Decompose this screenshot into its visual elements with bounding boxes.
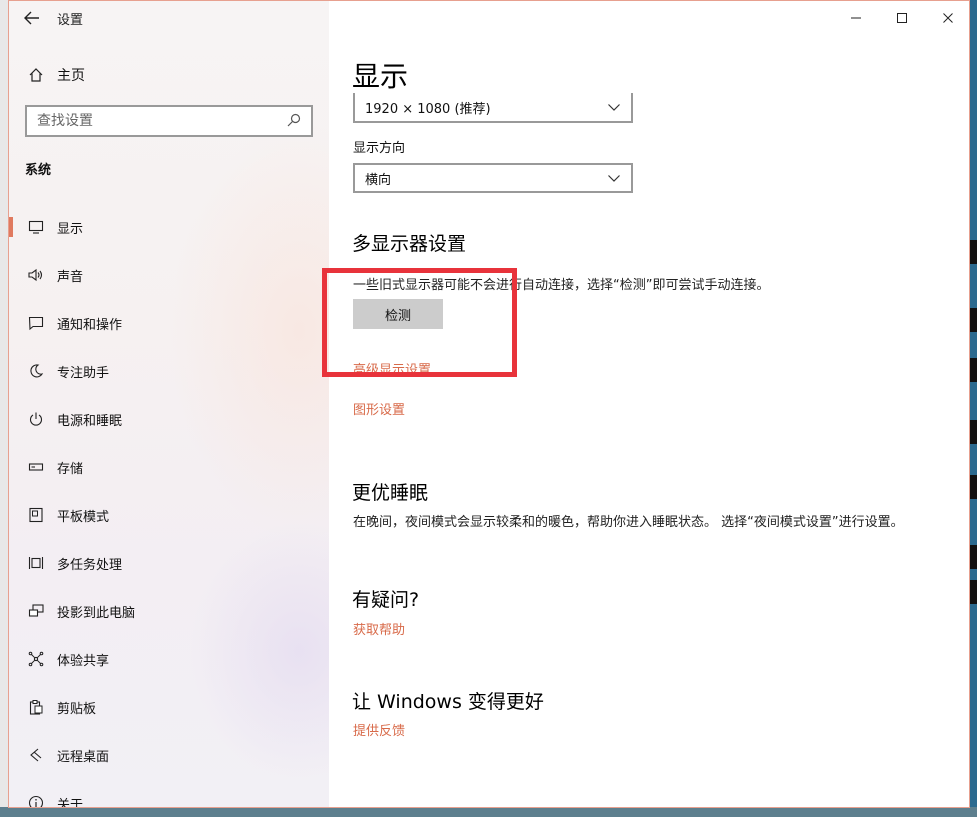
resolution-dropdown[interactable]: 1920 × 1080 (推荐)	[353, 93, 633, 123]
sidebar-nav: 显示 声音 通知和操作 专注助手 电源和睡眠 存储 平板模式 多任务处理 投影到…	[9, 203, 329, 808]
sleep-heading: 更优睡眠	[352, 482, 429, 504]
give-feedback-link[interactable]: 提供反馈	[353, 720, 405, 739]
close-button[interactable]	[925, 1, 969, 35]
power-icon	[27, 410, 45, 428]
search-box[interactable]	[25, 105, 313, 137]
sidebar-item-sound[interactable]: 声音	[9, 251, 329, 299]
back-arrow-icon	[24, 11, 39, 25]
sidebar-item-label: 关于	[57, 797, 84, 808]
sidebar: 设置 主页 系统 显示 声音 通知	[9, 1, 429, 808]
sidebar-item-label: 通知和操作	[57, 317, 123, 333]
orientation-value: 横向	[365, 172, 392, 188]
orientation-dropdown[interactable]: 横向	[353, 163, 633, 193]
notification-icon	[27, 314, 45, 332]
share-icon	[27, 650, 45, 668]
sidebar-item-label: 多任务处理	[57, 557, 123, 573]
storage-icon	[27, 458, 45, 476]
get-help-link[interactable]: 获取帮助	[353, 619, 405, 638]
sidebar-item-power[interactable]: 电源和睡眠	[9, 395, 329, 443]
title-bar: 设置	[9, 1, 329, 35]
minimize-button[interactable]	[833, 1, 879, 35]
sidebar-item-label: 平板模式	[57, 509, 110, 525]
sidebar-item-shared-experiences[interactable]: 体验共享	[9, 635, 329, 683]
sidebar-item-remote-desktop[interactable]: 远程桌面	[9, 731, 329, 779]
search-input[interactable]	[37, 113, 267, 129]
search-icon[interactable]	[287, 113, 303, 129]
project-icon	[27, 602, 45, 620]
sidebar-item-storage[interactable]: 存储	[9, 443, 329, 491]
sidebar-item-notifications[interactable]: 通知和操作	[9, 299, 329, 347]
sidebar-item-display[interactable]: 显示	[9, 203, 329, 251]
sidebar-item-home[interactable]: 主页	[9, 59, 329, 91]
sidebar-item-multitasking[interactable]: 多任务处理	[9, 539, 329, 587]
sidebar-item-clipboard[interactable]: 剪贴板	[9, 683, 329, 731]
sidebar-item-project-to-pc[interactable]: 投影到此电脑	[9, 587, 329, 635]
multitask-icon	[27, 554, 45, 572]
minimize-icon	[851, 17, 861, 19]
maximize-icon	[897, 13, 907, 23]
maximize-button[interactable]	[879, 1, 925, 35]
chevron-down-icon	[608, 104, 620, 111]
sidebar-item-about[interactable]: 关于	[9, 779, 329, 808]
content-pane: 显示 1920 × 1080 (推荐) 显示方向 横向 多显示器设置 一些旧式显…	[329, 1, 969, 807]
chevron-down-icon	[608, 175, 620, 182]
sidebar-item-label: 剪贴板	[57, 701, 97, 717]
section-label: 系统	[25, 163, 52, 178]
tablet-icon	[27, 506, 45, 524]
back-button[interactable]	[9, 1, 55, 35]
moon-icon	[27, 362, 45, 380]
sidebar-item-label: 专注助手	[57, 365, 110, 381]
questions-heading: 有疑问?	[352, 589, 420, 611]
taskbar-strip	[0, 807, 977, 817]
sleep-description: 在晚间，夜间模式会显示较柔和的暖色，帮助你进入睡眠状态。 选择“夜间模式设置”进…	[353, 515, 904, 530]
feedback-heading: 让 Windows 变得更好	[352, 691, 544, 713]
multi-display-heading: 多显示器设置	[352, 233, 467, 255]
sidebar-item-label: 显示	[57, 221, 84, 237]
window-controls	[833, 1, 969, 35]
sidebar-item-label: 主页	[57, 68, 85, 84]
home-icon	[27, 66, 45, 84]
sidebar-item-focus-assist[interactable]: 专注助手	[9, 347, 329, 395]
remote-desktop-icon	[27, 746, 45, 764]
highlight-annotation-box	[322, 268, 517, 377]
monitor-icon	[27, 218, 45, 236]
close-icon	[943, 13, 953, 23]
clipboard-icon	[27, 698, 45, 716]
app-title: 设置	[57, 12, 84, 28]
sidebar-item-label: 电源和睡眠	[57, 413, 123, 429]
settings-window: 设置 主页 系统 显示 声音 通知	[8, 0, 970, 808]
resolution-value: 1920 × 1080 (推荐)	[365, 101, 491, 117]
sidebar-item-label: 远程桌面	[57, 749, 110, 765]
sidebar-item-label: 存储	[57, 461, 84, 477]
page-title: 显示	[352, 60, 409, 93]
sidebar-item-tablet-mode[interactable]: 平板模式	[9, 491, 329, 539]
sidebar-item-label: 声音	[57, 269, 84, 285]
sidebar-item-label: 投影到此电脑	[57, 605, 136, 621]
sidebar-item-label: 体验共享	[57, 653, 110, 669]
graphics-settings-link[interactable]: 图形设置	[353, 399, 405, 418]
orientation-label: 显示方向	[353, 141, 406, 156]
info-icon	[27, 794, 45, 807]
speaker-icon	[27, 266, 45, 284]
desktop-right-strip	[970, 0, 977, 817]
